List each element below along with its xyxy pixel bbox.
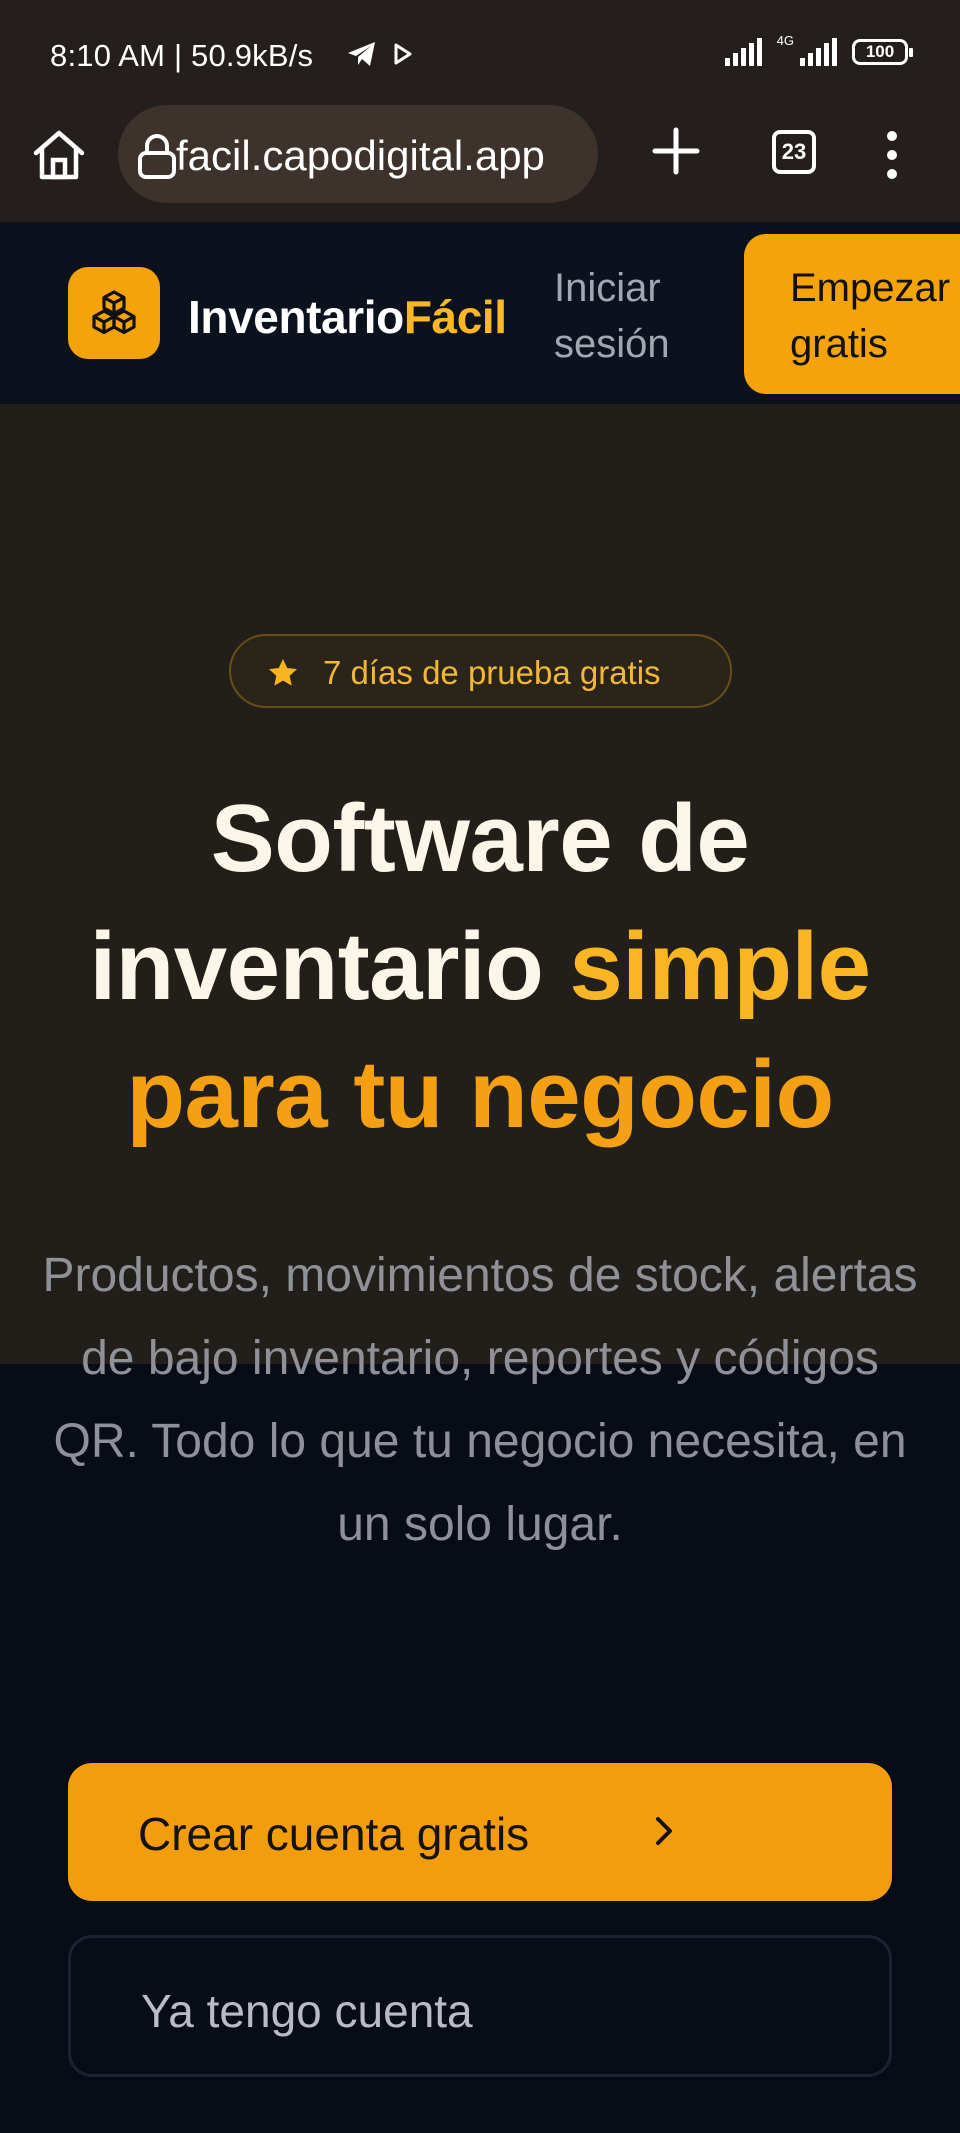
login-link[interactable]: Iniciar sesión (554, 260, 704, 372)
more-icon[interactable] (882, 130, 902, 180)
network-type: 4G (776, 32, 794, 48)
tabs-count-button[interactable]: 23 (772, 130, 816, 174)
status-time: 8:10 AM | 50.9kB/s (50, 38, 314, 73)
plus-icon[interactable] (652, 124, 700, 178)
hero-description: Productos, movimientos de stock, alertas… (42, 1249, 918, 1551)
headline-line2-white: inventario (89, 913, 570, 1020)
status-system-icons: 4G 100 (723, 33, 913, 66)
existing-account-label: Ya tengo cuenta (141, 1985, 473, 2037)
telegram-icon (348, 42, 375, 66)
start-free-label: Empezar gratis (790, 266, 951, 366)
create-account-label: Crear cuenta gratis (138, 1808, 530, 1860)
url-text: facil.capodigital.app (176, 132, 545, 179)
status-bar: 8:10 AM | 50.9kB/s 4G 100 (0, 0, 960, 100)
boxes-icon (92, 290, 136, 335)
hero-headline: Software de inventario simple para tu ne… (0, 775, 960, 1159)
brand-name-part1: Inventario (188, 291, 404, 343)
trial-badge: 7 días de prueba gratis (229, 634, 732, 708)
logo[interactable] (68, 267, 160, 359)
site-header: InventarioFácil Iniciar sesión Empezar g… (0, 222, 960, 404)
start-free-button[interactable]: Empezar gratis (744, 234, 960, 394)
browser-toolbar: facil.capodigital.app 23 (0, 100, 960, 222)
signal-icon (800, 38, 837, 66)
chevron-right-icon (656, 1817, 672, 1845)
play-icon (394, 43, 412, 65)
headline-line3: para tu negocio (126, 1041, 834, 1148)
status-notification-icons (346, 40, 414, 68)
brand-name[interactable]: InventarioFácil (188, 290, 507, 344)
address-bar[interactable]: facil.capodigital.app (118, 105, 598, 203)
home-icon[interactable] (30, 127, 88, 183)
headline-line1: Software de (210, 785, 750, 892)
star-icon (269, 659, 297, 686)
headline-line2-accent: simple (569, 913, 871, 1020)
lock-icon (138, 134, 176, 179)
create-account-button[interactable]: Crear cuenta gratis (68, 1763, 892, 1901)
brand-name-part2: Fácil (403, 291, 507, 343)
battery-icon: 100 (852, 39, 913, 65)
trial-badge-text: 7 días de prueba gratis (323, 654, 661, 691)
signal-icon (724, 38, 762, 66)
existing-account-button[interactable]: Ya tengo cuenta (68, 1935, 892, 2077)
